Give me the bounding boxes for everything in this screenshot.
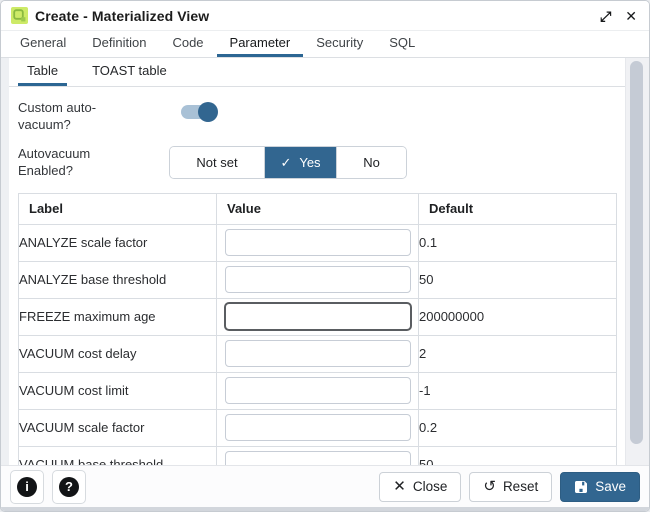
parameter-value-cell <box>217 298 419 335</box>
parameter-label: VACUUM base threshold <box>19 446 217 465</box>
custom-autovacuum-toggle[interactable] <box>181 105 214 119</box>
table-subtab-panel: Table TOAST table Custom auto-vacuum? Au… <box>9 58 625 465</box>
tab-code[interactable]: Code <box>159 31 216 57</box>
parameter-default: 50 <box>419 446 617 465</box>
close-button[interactable]: ✕ Close <box>379 472 461 502</box>
autovacuum-not-set-button[interactable]: Not set <box>170 147 264 178</box>
custom-autovacuum-row: Custom auto-vacuum? <box>9 100 625 134</box>
parameter-value-input[interactable] <box>225 377 411 404</box>
info-icon: i <box>17 477 37 497</box>
parameter-value-input[interactable] <box>225 229 411 256</box>
parameter-value-cell <box>217 372 419 409</box>
parameter-value-cell <box>217 409 419 446</box>
tab-sql[interactable]: SQL <box>376 31 428 57</box>
left-gutter <box>1 58 9 465</box>
parameter-value-input[interactable] <box>225 414 411 441</box>
footer-bar: i ? ✕ Close ↺ Reset Save <box>1 465 649 511</box>
dialog-title: Create - Materialized View <box>35 8 209 24</box>
table-row: VACUUM base threshold 50 <box>19 446 617 465</box>
tab-bar: General Definition Code Parameter Securi… <box>1 31 649 58</box>
table-row: ANALYZE scale factor 0.1 <box>19 224 617 261</box>
subtab-toast-table[interactable]: TOAST table <box>83 58 176 86</box>
title-bar: Create - Materialized View ⤢ ✕ <box>1 1 649 31</box>
column-header-default: Default <box>419 193 617 224</box>
parameter-label: ANALYZE scale factor <box>19 224 217 261</box>
parameter-value-input[interactable] <box>225 266 411 293</box>
tab-general[interactable]: General <box>7 31 79 57</box>
parameter-table-body: ANALYZE scale factor 0.1 ANALYZE base th… <box>19 224 617 465</box>
parameter-label: VACUUM cost limit <box>19 372 217 409</box>
reset-button[interactable]: ↺ Reset <box>469 472 552 502</box>
reset-icon: ↺ <box>483 479 496 494</box>
parameter-default: 0.2 <box>419 409 617 446</box>
parameter-default: 200000000 <box>419 298 617 335</box>
autovacuum-enabled-label: Autovacuum Enabled? <box>18 146 168 180</box>
subtab-table[interactable]: Table <box>18 58 67 86</box>
maximize-icon[interactable]: ⤢ <box>600 9 611 23</box>
parameter-default: 0.1 <box>419 224 617 261</box>
parameter-tab-content: Table TOAST table Custom auto-vacuum? Au… <box>1 58 649 465</box>
table-row: FREEZE maximum age 200000000 <box>19 298 617 335</box>
tab-parameter[interactable]: Parameter <box>217 31 304 57</box>
save-floppy-icon <box>574 480 588 494</box>
column-header-label: Label <box>19 193 217 224</box>
parameter-default: -1 <box>419 372 617 409</box>
table-row: VACUUM scale factor 0.2 <box>19 409 617 446</box>
table-row: VACUUM cost delay 2 <box>19 335 617 372</box>
parameter-value-input[interactable] <box>225 340 411 367</box>
subtab-bar: Table TOAST table <box>9 58 625 87</box>
close-icon[interactable]: ✕ <box>625 9 637 23</box>
tab-definition[interactable]: Definition <box>79 31 159 57</box>
parameter-label: VACUUM cost delay <box>19 335 217 372</box>
table-header-row: Label Value Default <box>19 193 617 224</box>
scrollbar-thumb[interactable] <box>630 61 643 444</box>
help-button[interactable]: ? <box>52 470 86 504</box>
parameter-value-input[interactable] <box>225 451 411 465</box>
parameter-value-cell <box>217 261 419 298</box>
parameter-label: FREEZE maximum age <box>19 298 217 335</box>
autovacuum-no-button[interactable]: No <box>336 147 406 178</box>
autovacuum-enabled-group: Not set ✓ Yes No <box>169 146 407 179</box>
autovacuum-yes-button[interactable]: ✓ Yes <box>264 147 336 178</box>
info-button[interactable]: i <box>10 470 44 504</box>
column-header-value: Value <box>217 193 419 224</box>
parameter-value-cell <box>217 446 419 465</box>
parameter-default: 2 <box>419 335 617 372</box>
table-row: ANALYZE base threshold 50 <box>19 261 617 298</box>
check-icon: ✓ <box>280 155 291 171</box>
vertical-scrollbar[interactable] <box>625 58 649 465</box>
save-button[interactable]: Save <box>560 472 640 502</box>
materialized-view-icon <box>11 7 28 24</box>
parameter-value-cell <box>217 224 419 261</box>
autovacuum-enabled-row: Autovacuum Enabled? Not set ✓ Yes No <box>9 146 625 180</box>
toggle-thumb <box>198 102 218 122</box>
parameter-label: ANALYZE base threshold <box>19 261 217 298</box>
custom-autovacuum-label: Custom auto-vacuum? <box>18 100 168 134</box>
create-materialized-view-dialog: Create - Materialized View ⤢ ✕ General D… <box>0 0 650 512</box>
help-icon: ? <box>59 477 79 497</box>
parameter-default: 50 <box>419 261 617 298</box>
parameter-label: VACUUM scale factor <box>19 409 217 446</box>
table-row: VACUUM cost limit -1 <box>19 372 617 409</box>
parameter-value-cell <box>217 335 419 372</box>
tab-security[interactable]: Security <box>303 31 376 57</box>
parameters-table: Label Value Default ANALYZE scale factor… <box>18 193 617 465</box>
close-x-icon: ✕ <box>393 479 406 494</box>
parameter-value-input[interactable] <box>225 303 411 330</box>
